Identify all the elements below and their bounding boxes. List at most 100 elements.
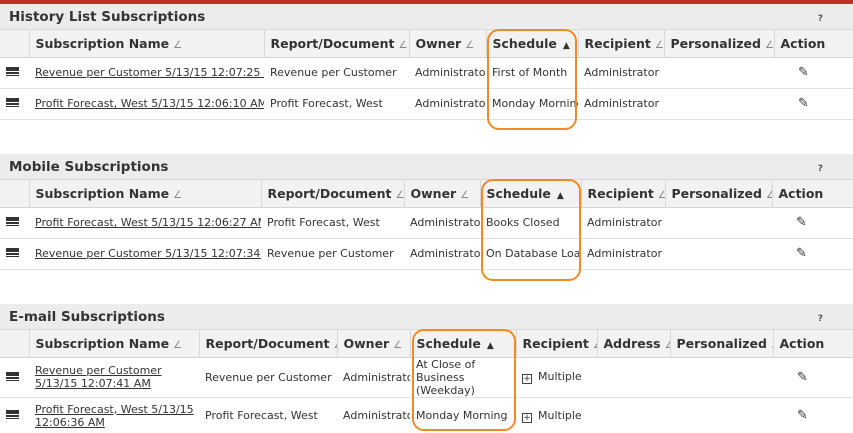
column-header-subscription-name[interactable]: Subscription Name ∠ bbox=[29, 30, 265, 58]
owner-cell: Administrator bbox=[404, 238, 480, 270]
recipient-cell: Administrator bbox=[581, 238, 665, 270]
column-header-personalized[interactable]: Personalized∠ bbox=[665, 180, 773, 208]
subscription-name-link[interactable]: Revenue per Customer 5/13/15 12:07:25 AM bbox=[35, 66, 264, 79]
personalized-cell bbox=[665, 207, 772, 239]
recipient-cell: + Multiple bbox=[516, 357, 597, 398]
sort-icon: ∠ bbox=[395, 189, 404, 201]
column-header-personalized[interactable]: Personalized∠ bbox=[664, 30, 775, 58]
icon-column-header bbox=[0, 30, 30, 58]
report-cell: Profit Forecast, West bbox=[261, 207, 404, 239]
column-header-owner[interactable]: Owner ∠ bbox=[409, 30, 487, 58]
schedule-cell: Books Closed bbox=[480, 207, 581, 239]
sort-icon: ∠ bbox=[766, 190, 771, 201]
subscription-name-link[interactable]: Profit Forecast, West 5/13/15 12:06:27 A… bbox=[35, 216, 261, 229]
schedule-cell: Monday Morning bbox=[486, 88, 578, 120]
column-header-action: Action bbox=[773, 330, 853, 358]
owner-cell: Administrator bbox=[404, 207, 480, 239]
report-cell: Revenue per Customer bbox=[199, 357, 337, 398]
sort-ascending-icon: ▲ bbox=[556, 190, 564, 201]
edit-pencil-icon[interactable]: ✎ bbox=[798, 65, 809, 80]
column-header-schedule[interactable]: Schedule ▲ bbox=[486, 30, 579, 58]
edit-pencil-icon[interactable]: ✎ bbox=[797, 408, 808, 423]
sort-icon: ∠ bbox=[764, 39, 774, 51]
column-header-report-document[interactable]: Report/Document∠ bbox=[199, 330, 338, 358]
section-header: History List Subscriptions ? bbox=[0, 4, 853, 30]
column-header-schedule[interactable]: Schedule ▲ bbox=[410, 330, 517, 358]
column-header-personalized[interactable]: Personalized∠ bbox=[670, 330, 774, 358]
column-header-report-document[interactable]: Report/Document∠ bbox=[261, 180, 405, 208]
column-header-owner[interactable]: Owner ∠ bbox=[404, 180, 481, 208]
grid-report-icon bbox=[6, 217, 19, 226]
column-header-subscription-name[interactable]: Subscription Name ∠ bbox=[29, 330, 200, 358]
owner-cell: Administrator bbox=[337, 397, 410, 433]
column-header-schedule[interactable]: Schedule ▲ bbox=[480, 180, 582, 208]
personalized-cell bbox=[670, 397, 773, 433]
edit-pencil-icon[interactable]: ✎ bbox=[796, 246, 807, 261]
section-title: Mobile Subscriptions bbox=[9, 158, 169, 175]
expand-plus-icon[interactable]: + bbox=[522, 412, 532, 423]
owner-cell: Administrator bbox=[409, 57, 486, 89]
column-header-report-document[interactable]: Report/Document∠ bbox=[264, 30, 410, 58]
recipient-cell: Administrator bbox=[581, 207, 665, 239]
grid-report-icon bbox=[6, 371, 19, 381]
table-row: Profit Forecast, West 5/13/15 12:06:36 A… bbox=[0, 397, 853, 433]
table-row: Profit Forecast, West 5/13/15 12:06:10 A… bbox=[0, 88, 853, 120]
personalized-cell bbox=[670, 357, 773, 398]
sort-icon: ∠ bbox=[593, 340, 596, 351]
sort-icon: ∠ bbox=[665, 340, 669, 351]
help-icon[interactable]: ? bbox=[818, 14, 823, 24]
sort-icon: ∠ bbox=[393, 339, 403, 351]
schedule-cell: At Close of Business (Weekday) bbox=[410, 357, 516, 398]
table-row: Revenue per Customer 5/13/15 12:07:34 AM… bbox=[0, 238, 853, 270]
sort-icon: ∠ bbox=[658, 190, 664, 201]
icon-column-header bbox=[0, 180, 30, 208]
edit-pencil-icon[interactable]: ✎ bbox=[797, 370, 808, 385]
sort-icon: ∠ bbox=[173, 189, 183, 201]
icon-column-header bbox=[0, 330, 30, 358]
table-header-row: Subscription Name∠ Report/Document∠ Owne… bbox=[0, 30, 853, 58]
subscription-name-link[interactable]: Profit Forecast, West 5/13/15 12:06:10 A… bbox=[35, 97, 264, 110]
table-header-row: Subscription Name∠ Report/Document∠ Owne… bbox=[0, 180, 853, 208]
email-table: Subscription Name∠ Report/Document∠ Owne… bbox=[0, 330, 853, 433]
column-header-address[interactable]: Address∠ bbox=[597, 330, 671, 358]
sort-icon: ∠ bbox=[173, 39, 183, 51]
schedule-cell: Monday Morning bbox=[410, 397, 516, 433]
subscription-name-link[interactable]: Profit Forecast, West 5/13/15 12:06:36 A… bbox=[35, 403, 194, 429]
section-title: History List Subscriptions bbox=[9, 8, 206, 25]
section-header: Mobile Subscriptions ? bbox=[0, 154, 853, 180]
report-cell: Profit Forecast, West bbox=[199, 397, 337, 433]
column-header-recipient[interactable]: Recipient∠ bbox=[581, 180, 666, 208]
subscription-name-link[interactable]: Revenue per Customer 5/13/15 12:07:41 AM bbox=[35, 364, 162, 390]
owner-cell: Administrator bbox=[409, 88, 486, 120]
table-row: Profit Forecast, West 5/13/15 12:06:27 A… bbox=[0, 207, 853, 239]
column-header-subscription-name[interactable]: Subscription Name ∠ bbox=[29, 180, 262, 208]
mobile-table: Subscription Name ∠ Report/Document ∠ Owne… bbox=[0, 180, 853, 270]
table-row: Revenue per Customer 5/13/15 12:07:25 AM… bbox=[0, 57, 853, 89]
sort-icon: ∠ bbox=[334, 340, 337, 351]
column-header-recipient[interactable]: Recipient∠ bbox=[516, 330, 598, 358]
column-header-recipient[interactable]: Recipient∠ bbox=[578, 30, 665, 58]
recipient-cell: + Multiple bbox=[516, 397, 597, 433]
table-header-row: Subscription Name∠ Report/Document∠ Owne… bbox=[0, 330, 853, 358]
mobile-subscriptions-section: Mobile Subscriptions ? Subscription Name… bbox=[0, 154, 853, 270]
help-icon[interactable]: ? bbox=[818, 314, 823, 324]
grid-report-icon bbox=[6, 98, 19, 107]
sort-icon: ∠ bbox=[654, 39, 664, 51]
help-icon[interactable]: ? bbox=[818, 164, 823, 174]
section-title: E-mail Subscriptions bbox=[9, 308, 165, 325]
sort-ascending-icon: ▲ bbox=[486, 340, 494, 351]
report-cell: Revenue per Customer bbox=[264, 57, 409, 89]
expand-plus-icon[interactable]: + bbox=[522, 374, 532, 384]
history-list-subscriptions-section: History List Subscriptions ? Subscriptio… bbox=[0, 4, 853, 120]
report-cell: Profit Forecast, West bbox=[264, 88, 409, 120]
owner-cell: Administrator bbox=[337, 357, 410, 398]
column-header-action: Action bbox=[772, 180, 853, 208]
subscription-name-link[interactable]: Revenue per Customer 5/13/15 12:07:34 AM bbox=[35, 247, 261, 260]
sort-icon: ∠ bbox=[398, 39, 408, 51]
edit-pencil-icon[interactable]: ✎ bbox=[798, 96, 809, 111]
schedule-cell: On Database Load bbox=[480, 238, 581, 270]
sort-icon: ∠ bbox=[460, 189, 470, 201]
address-cell bbox=[597, 397, 670, 433]
column-header-owner[interactable]: Owner ∠ bbox=[337, 330, 411, 358]
edit-pencil-icon[interactable]: ✎ bbox=[796, 215, 807, 230]
